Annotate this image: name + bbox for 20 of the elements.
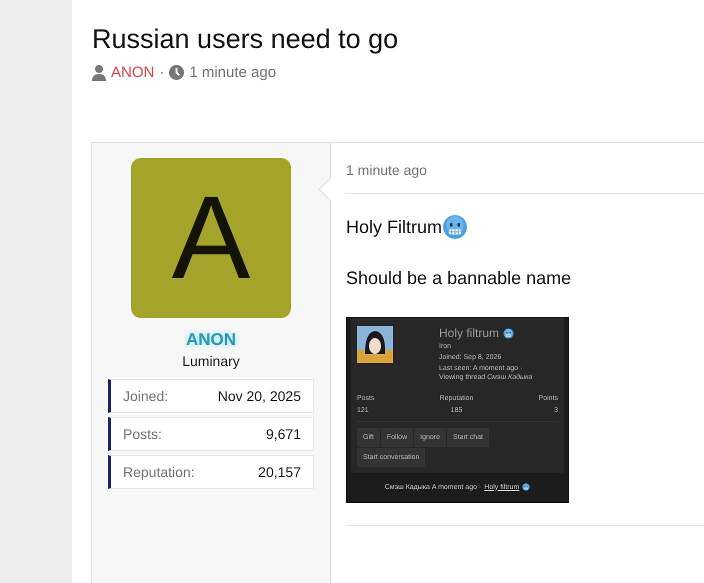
separator: · (159, 64, 164, 81)
member-name[interactable]: Holy filtrum (439, 326, 532, 340)
clock-icon (169, 65, 184, 80)
post-time[interactable]: 1 minute ago (346, 143, 704, 194)
user-stat: Posts: 9,671 (108, 417, 314, 451)
cold-face-icon (442, 214, 468, 240)
cold-face-icon (522, 483, 530, 491)
attached-screenshot[interactable] (346, 317, 569, 503)
cold-face-icon (503, 328, 514, 338)
user-stat: Reputation: 20,157 (108, 455, 314, 489)
user-stat: Joined: Nov 20, 2025 (108, 379, 314, 413)
thread-title: Russian users need to go (92, 24, 400, 55)
author-link[interactable]: ANON (111, 64, 154, 81)
user-icon (92, 64, 106, 80)
thread-time: 1 minute ago (189, 64, 276, 81)
avatar-drawing (357, 326, 393, 363)
user-rank: Luminary (181, 353, 241, 369)
post-text: Holy Filtrum (346, 214, 704, 240)
post-text: Should be a bannable name (346, 268, 572, 289)
user-avatar[interactable]: A (131, 158, 291, 318)
